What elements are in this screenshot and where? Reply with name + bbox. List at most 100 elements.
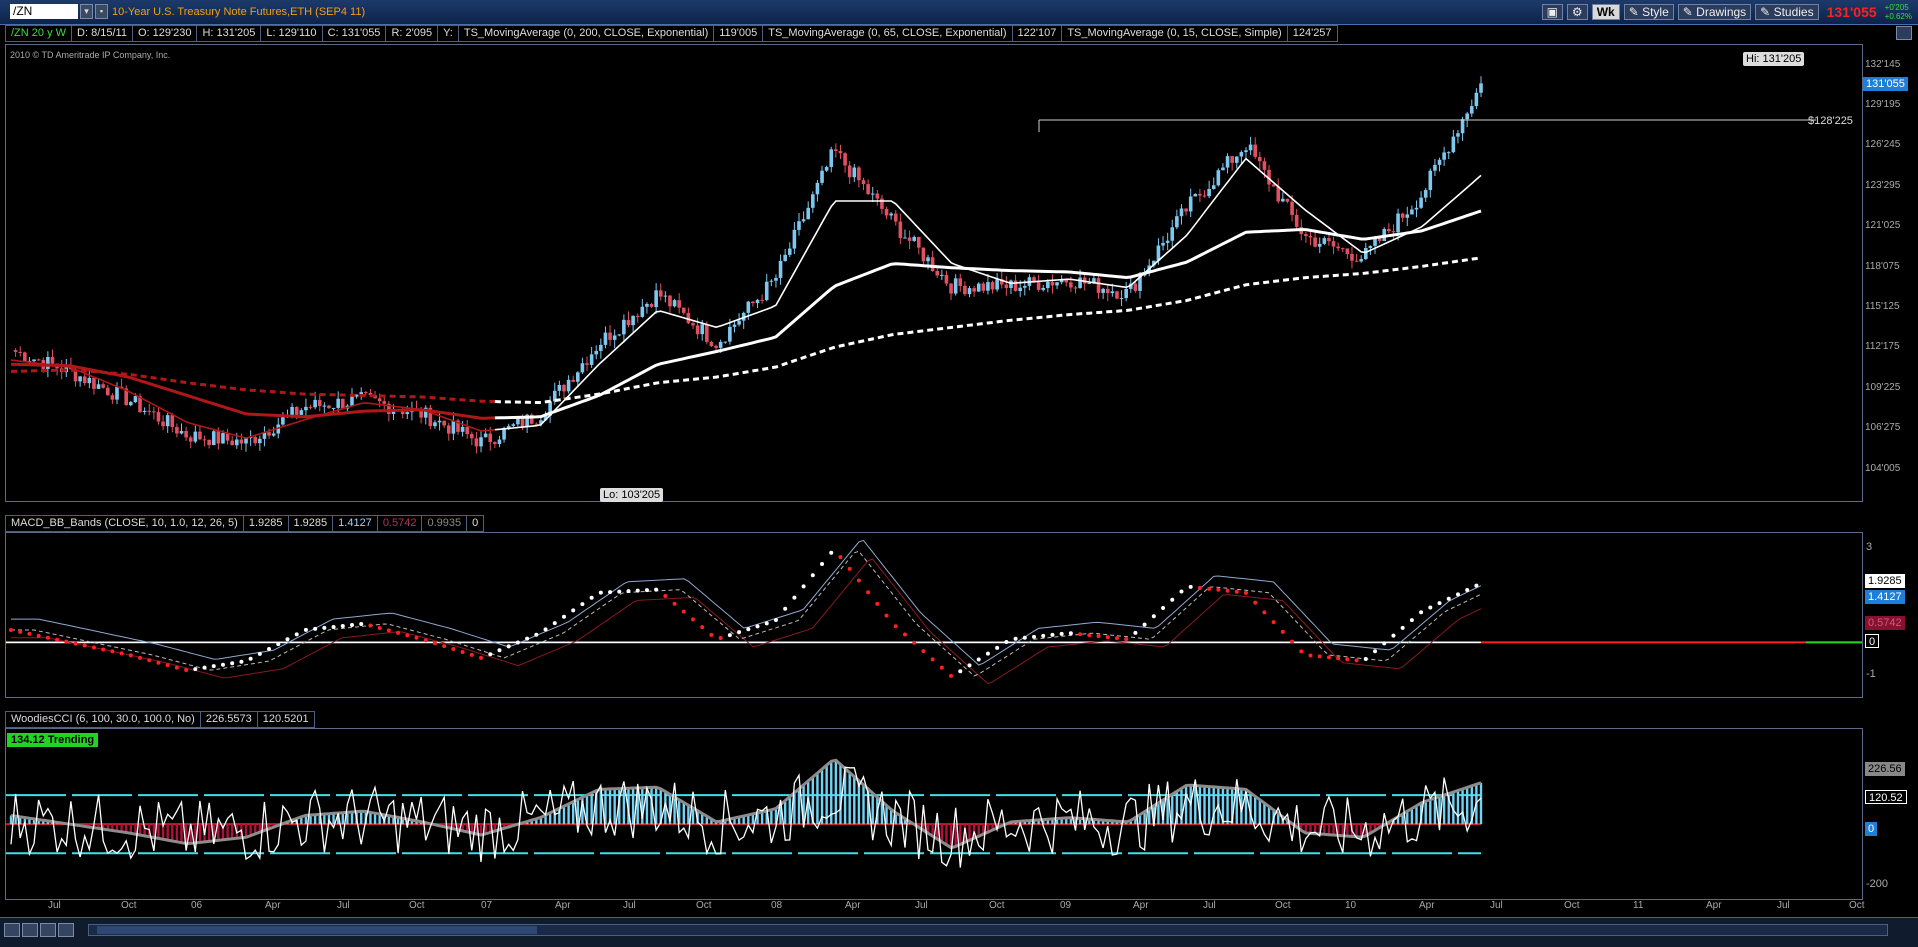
macd-dot <box>976 657 981 662</box>
candle-body <box>304 406 308 411</box>
macd-dot <box>405 633 410 638</box>
time-tick-label: Oct <box>1275 900 1291 911</box>
zoom-icon[interactable] <box>22 923 38 937</box>
settings-icon[interactable]: ⚙ <box>1566 4 1588 20</box>
macd-pane[interactable] <box>5 532 1863 698</box>
macd-dot <box>598 590 603 595</box>
macd-dot <box>902 632 907 637</box>
candle-body <box>1433 164 1437 171</box>
candle-body <box>728 326 732 342</box>
time-scrollbar[interactable] <box>88 924 1888 936</box>
scroll-thumb[interactable] <box>97 926 537 934</box>
candle-body <box>1165 240 1170 243</box>
candle-body <box>691 323 695 326</box>
candle-body <box>1110 291 1115 294</box>
macd-dot <box>820 561 825 566</box>
time-tick-label: 06 <box>191 900 203 911</box>
cci-chart[interactable] <box>6 729 1862 899</box>
macd-lower-box: 0.5742 <box>1865 616 1905 630</box>
time-tick-label: Apr <box>845 900 861 911</box>
candle-body <box>175 427 179 434</box>
candle-body <box>622 319 626 335</box>
macd-dot <box>1124 637 1129 642</box>
macd-study-label[interactable]: MACD_BB_Bands (CLOSE, 10, 1.0, 12, 26, 5… <box>5 515 244 532</box>
macd-value-4: 0.5742 <box>377 515 423 532</box>
ma15-label[interactable]: TS_MovingAverage (0, 15, CLOSE, Simple) <box>1062 25 1288 42</box>
candle-body <box>921 247 926 262</box>
time-tick-label: Oct <box>121 900 137 911</box>
candle-body <box>1211 185 1216 189</box>
macd-dot <box>18 629 23 634</box>
timeframe-button[interactable]: Wk <box>1591 4 1620 20</box>
candle-body <box>1400 213 1405 218</box>
macd-dot <box>534 632 539 637</box>
candle-body <box>239 439 244 444</box>
pan-icon[interactable] <box>40 923 56 937</box>
price-chart[interactable] <box>6 45 1862 501</box>
candle-body <box>1069 282 1073 288</box>
candle-body <box>603 332 608 345</box>
cci-study-label[interactable]: WoodiesCCI (6, 100, 30.0, 100.0, No) <box>5 711 201 728</box>
drawings-button[interactable]: ✎ Drawings <box>1677 4 1752 20</box>
candle-body <box>1428 170 1433 190</box>
last-price-box: 131'055 <box>1863 76 1908 91</box>
studies-icon: ✎ <box>1760 5 1774 19</box>
symbol-description: 10-Year U.S. Treasury Note Futures,ETH (… <box>112 6 366 18</box>
macd-dot <box>1455 592 1460 597</box>
candle-body <box>230 440 234 446</box>
symbol-dropdown-button[interactable]: ▾ <box>80 4 93 19</box>
candle-body <box>1391 231 1396 233</box>
candle-body <box>1009 280 1013 288</box>
candle-body <box>50 356 55 364</box>
moving-average-line <box>10 368 495 403</box>
candle-body <box>1184 208 1188 212</box>
macd-dot <box>995 645 1000 650</box>
macd-dot <box>119 651 124 656</box>
ma65-label[interactable]: TS_MovingAverage (0, 65, CLOSE, Exponent… <box>763 25 1013 42</box>
candle-body <box>843 153 847 166</box>
grid-icon[interactable] <box>4 923 20 937</box>
macd-dot <box>755 624 760 629</box>
layout-icon[interactable]: ▣ <box>1541 4 1563 20</box>
candle-body <box>105 387 110 396</box>
cci-pane[interactable] <box>5 728 1863 900</box>
high-bubble: Hi: 131'205 <box>1743 51 1805 66</box>
candle-body <box>1465 113 1469 120</box>
candle-body <box>838 151 843 154</box>
candle-body <box>1313 237 1317 247</box>
symbol-input[interactable]: /ZN <box>10 4 78 19</box>
candle-body <box>857 167 861 181</box>
cci-zero-box: 0 <box>1865 822 1878 836</box>
style-button[interactable]: ✎ Style <box>1623 4 1674 20</box>
time-tick-label: 07 <box>481 900 493 911</box>
macd-dot <box>1170 597 1175 602</box>
candle-body <box>834 149 838 152</box>
macd-dot <box>432 641 437 646</box>
chart-settings-icon[interactable] <box>1896 26 1912 40</box>
macd-dot <box>1382 641 1387 646</box>
candle-body <box>1124 288 1128 299</box>
candle-body <box>926 257 930 262</box>
cci-value-1: 226.5573 <box>200 711 258 728</box>
candle-body <box>981 283 986 291</box>
candle-body <box>1239 152 1244 157</box>
macd-dot <box>165 663 170 668</box>
candle-body <box>294 406 299 415</box>
price-pane[interactable] <box>5 44 1863 502</box>
candle-body <box>718 341 723 348</box>
macd-dot <box>451 647 456 652</box>
macd-chart[interactable] <box>6 533 1862 697</box>
candle-body <box>1188 196 1193 212</box>
candle-body <box>1161 242 1165 246</box>
macd-dot <box>497 648 502 653</box>
candle-body <box>963 285 967 295</box>
macd-dot <box>211 664 216 669</box>
ma200-label[interactable]: TS_MovingAverage (0, 200, CLOSE, Exponen… <box>458 25 715 42</box>
candle-body <box>700 324 705 335</box>
cursor-icon[interactable] <box>58 923 74 937</box>
studies-button[interactable]: ✎ Studies <box>1755 4 1819 20</box>
candle-body <box>1368 245 1373 248</box>
link-icon[interactable]: ▪ <box>95 4 108 19</box>
candle-body <box>820 170 824 183</box>
candle-body <box>442 420 446 426</box>
